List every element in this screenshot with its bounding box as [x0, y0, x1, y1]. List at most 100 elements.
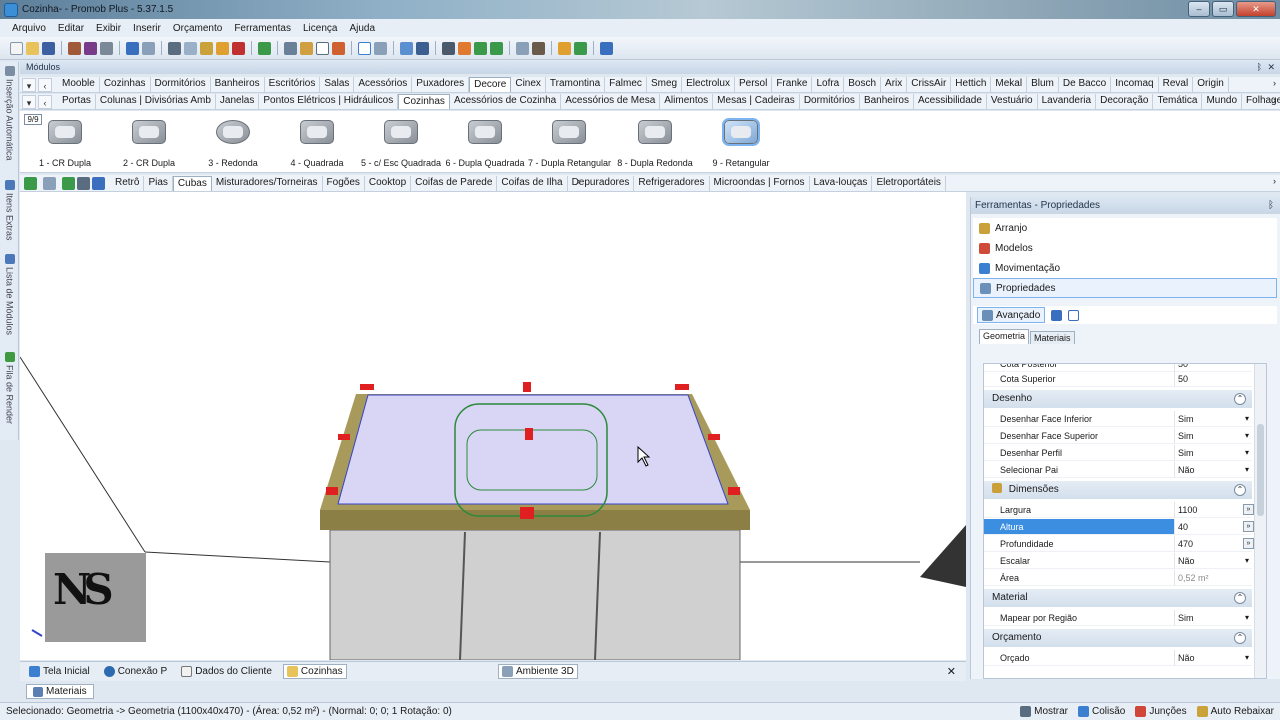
price-icon[interactable]	[258, 41, 271, 55]
layout-icon[interactable]	[284, 41, 297, 55]
subcategory-tab[interactable]: Pias	[144, 175, 173, 191]
brand-tab[interactable]: Mooble	[58, 77, 100, 92]
resize-handle[interactable]	[360, 384, 374, 390]
property-value[interactable]: Não ▾	[1174, 553, 1252, 569]
vtab-lista-de-modulos[interactable]: Lista de Módulos	[2, 254, 17, 349]
category-dimensoes[interactable]: Dimensões ⌃	[984, 481, 1252, 499]
doc-tab-dados-cliente[interactable]: Dados do Cliente	[178, 665, 275, 678]
brand-tab[interactable]: Bosch	[844, 77, 882, 92]
dimension-icon[interactable]	[374, 41, 387, 55]
dropdown-arrow-icon[interactable]: ▾	[1245, 650, 1249, 666]
shield-icon[interactable]	[400, 41, 413, 55]
ellipsis-button[interactable]: »	[1243, 538, 1254, 549]
brand-tab[interactable]: Smeg	[647, 77, 683, 92]
brand-tab[interactable]: Reval	[1159, 77, 1194, 92]
category-tab[interactable]: Portas	[58, 94, 96, 109]
property-row[interactable]: Selecionar Pai Não ▾	[984, 462, 1252, 478]
scrollbar-thumb[interactable]	[1257, 424, 1264, 516]
chevron-left-icon[interactable]: ‹	[577, 176, 580, 186]
menu-licenca[interactable]: Licença	[297, 23, 343, 34]
category-tab[interactable]: Alimentos	[660, 94, 714, 109]
property-value[interactable]: Sim ▾	[1174, 610, 1252, 626]
vtab-itens-extras[interactable]: Itens Extras	[2, 180, 17, 260]
category-tab[interactable]: Vestuário	[987, 94, 1038, 109]
menu-editar[interactable]: Editar	[52, 23, 90, 34]
wall-icon[interactable]	[416, 41, 429, 55]
render-icon[interactable]	[84, 41, 97, 55]
light-icon[interactable]	[574, 41, 587, 55]
brand-tab[interactable]: Electrolux	[682, 77, 735, 92]
menu-exibir[interactable]: Exibir	[90, 23, 127, 34]
category-tab[interactable]: Mundo	[1202, 94, 1243, 109]
brand-tab[interactable]: Puxadores	[412, 77, 470, 92]
subcategory-tab[interactable]: Retrô	[111, 175, 145, 191]
measure-icon[interactable]	[300, 41, 313, 55]
property-value[interactable]: Sim ▾	[1174, 445, 1252, 461]
camera-icon[interactable]	[458, 41, 471, 55]
dropdown-arrow-icon[interactable]: ▾	[1245, 428, 1249, 444]
brand-tab[interactable]: Arix	[881, 77, 908, 92]
category-tab[interactable]: Temática	[1153, 94, 1203, 109]
category-material[interactable]: Material ⌃	[984, 589, 1252, 607]
subcategory-tab[interactable]: Coifas de Parede	[411, 175, 498, 191]
collapse-icon[interactable]: ⌃	[1234, 393, 1246, 405]
subcategory-tab[interactable]: Refrigeradores	[634, 175, 710, 191]
open-folder-icon[interactable]	[26, 41, 39, 55]
property-row-selected[interactable]: Altura 40 »	[984, 519, 1254, 535]
palette-icon[interactable]	[600, 41, 613, 55]
close-icon[interactable]: ✕	[947, 665, 956, 678]
materials-tab[interactable]: Materiais	[26, 684, 94, 699]
category-tab[interactable]: Cozinhas	[398, 94, 450, 109]
brand-tab[interactable]: Tramontina	[546, 77, 606, 92]
subcategory-tab[interactable]: Fogões	[323, 175, 365, 191]
category-tab[interactable]: Colunas | Divisórias Amb	[96, 94, 216, 109]
resize-handle[interactable]	[520, 507, 534, 519]
new-file-icon[interactable]	[10, 41, 23, 55]
property-row[interactable]: Profundidade 470 »	[984, 536, 1254, 552]
brand-tab[interactable]: Acessórios	[354, 77, 413, 92]
category-tab[interactable]: Decoração	[1096, 94, 1154, 109]
menu-ajuda[interactable]: Ajuda	[343, 23, 381, 34]
show-toggle[interactable]: Mostrar	[1020, 703, 1068, 720]
subcategory-tab[interactable]: Cooktop	[365, 175, 412, 191]
dropdown-arrow-icon[interactable]: ▾	[1245, 411, 1249, 427]
property-row[interactable]: Orçado Não ▾	[984, 650, 1252, 666]
pin-icon[interactable]: ᛒ	[1268, 197, 1274, 214]
category-tab[interactable]: Acessórios de Mesa	[561, 94, 661, 109]
tab-materiais[interactable]: Materiais	[1030, 331, 1075, 344]
copy-icon[interactable]	[184, 41, 197, 55]
select-cursor-icon[interactable]	[358, 41, 371, 55]
minimize-button[interactable]: –	[1188, 1, 1210, 17]
brand-tab[interactable]: Decore	[469, 77, 512, 92]
resize-handle[interactable]	[708, 434, 720, 440]
subcategory-tab[interactable]: Coifas de Ilha	[497, 175, 568, 191]
property-row[interactable]: Desenhar Perfil Sim ▾	[984, 445, 1252, 461]
cube-icon[interactable]	[532, 41, 545, 55]
add-icon[interactable]	[62, 176, 75, 190]
tab-geometria[interactable]: Geometria	[979, 329, 1030, 344]
brand-tab[interactable]: Blum	[1027, 77, 1059, 92]
module-item[interactable]: 2 - CR Dupla	[108, 114, 190, 168]
dropdown-arrow-icon[interactable]: ▾	[1245, 610, 1249, 626]
category-tab[interactable]: Janelas	[216, 94, 260, 109]
brand-tab[interactable]: Banheiros	[211, 77, 265, 92]
subcategory-tab[interactable]: Misturadores/Torneiras	[212, 175, 323, 191]
tool-movimentacao[interactable]: Movimentação	[973, 258, 1277, 278]
property-row[interactable]: Mapear por Região Sim ▾	[984, 610, 1252, 626]
property-row[interactable]: Cota Superior 50	[984, 371, 1252, 387]
property-value[interactable]: 40 »	[1174, 519, 1254, 535]
eye-icon[interactable]	[442, 41, 455, 55]
resize-handle[interactable]	[728, 487, 740, 495]
tree-icon[interactable]	[24, 176, 37, 190]
property-value[interactable]: 50	[1174, 371, 1252, 387]
cut-icon[interactable]	[168, 41, 181, 55]
line-icon[interactable]	[43, 176, 56, 190]
advanced-button[interactable]: Avançado	[977, 307, 1046, 323]
menu-inserir[interactable]: Inserir	[127, 23, 167, 34]
paint-icon[interactable]	[216, 41, 229, 55]
brand-tab[interactable]: Salas	[320, 77, 355, 92]
brand-tab[interactable]: Incomaq	[1111, 77, 1159, 92]
door-icon[interactable]	[332, 41, 345, 55]
chevron-down-icon[interactable]: ▾	[22, 77, 36, 92]
property-value[interactable]: Não ▾	[1174, 462, 1252, 478]
